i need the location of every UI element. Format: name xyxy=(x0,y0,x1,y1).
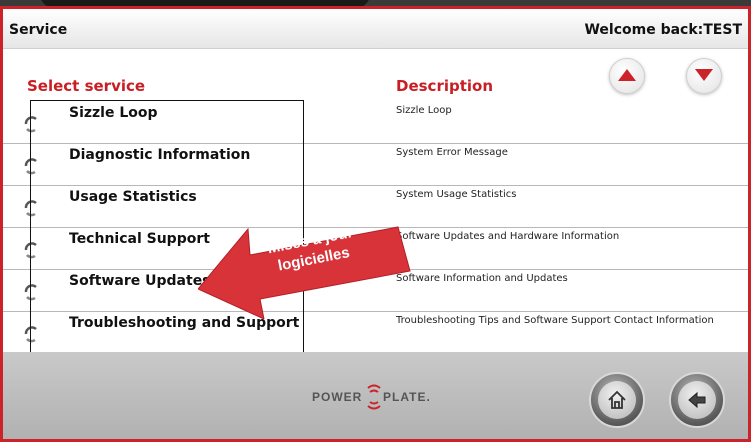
back-arrow-icon xyxy=(688,391,706,409)
logo-word-left: POWER xyxy=(312,390,363,404)
logo-signal-icon xyxy=(367,384,381,410)
service-window: Service Welcome back:TEST Select service… xyxy=(0,6,751,442)
home-icon xyxy=(608,390,626,409)
home-button-face xyxy=(598,381,636,419)
arrow-up-icon xyxy=(618,69,636,81)
service-description: System Error Message xyxy=(396,147,508,158)
service-description: Software Information and Updates xyxy=(396,273,568,284)
description-header: Description xyxy=(396,77,494,95)
service-description: System Usage Statistics xyxy=(396,189,517,200)
scroll-down-button[interactable] xyxy=(686,58,722,94)
service-description: Software Updates and Hardware Informatio… xyxy=(396,231,620,242)
service-description: Troubleshooting Tips and Software Suppor… xyxy=(396,315,714,326)
footer-bar: POWER PLATE. xyxy=(3,352,748,439)
welcome-text: Welcome back:TEST xyxy=(584,22,742,38)
back-button[interactable] xyxy=(669,372,725,428)
back-button-face xyxy=(678,381,716,419)
logo-word-right: PLATE. xyxy=(383,390,431,404)
scroll-up-button[interactable] xyxy=(609,58,645,94)
home-button[interactable] xyxy=(589,372,645,428)
service-description: Sizzle Loop xyxy=(396,105,452,116)
arrow-down-icon xyxy=(695,69,713,81)
page-title: Service xyxy=(9,22,68,38)
select-service-header: Select service xyxy=(27,77,146,95)
header-bar: Service Welcome back:TEST xyxy=(3,9,748,49)
